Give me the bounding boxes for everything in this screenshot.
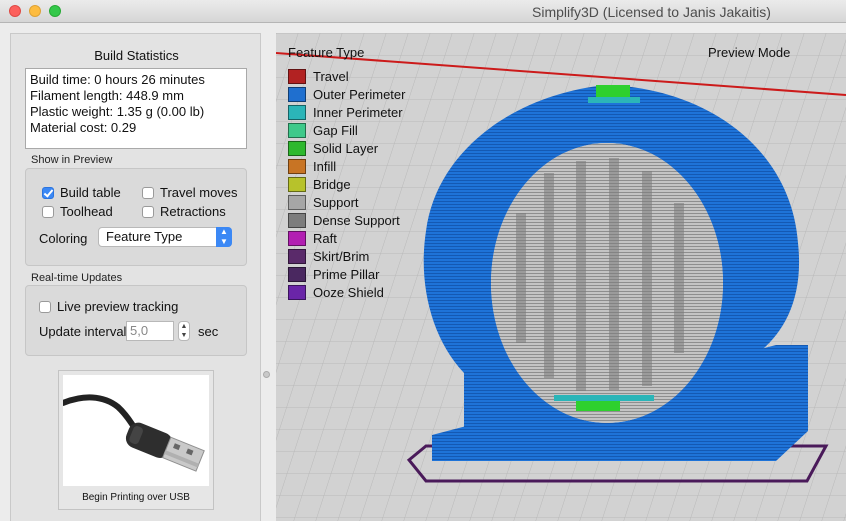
legend-label: Solid Layer: [313, 140, 379, 156]
realtime-updates-group: Live preview tracking Update interval 5,…: [25, 285, 247, 356]
select-arrows-icon: ▲ ▼: [216, 227, 232, 247]
build-statistics-box: Build time: 0 hours 26 minutes Filament …: [25, 68, 247, 149]
printed-model: [423, 85, 808, 461]
minimize-window-button[interactable]: [29, 5, 41, 17]
legend-label: Skirt/Brim: [313, 248, 370, 264]
legend-item: Support: [288, 193, 405, 211]
legend-swatch: [288, 68, 306, 84]
panel-splitter-handle[interactable]: [263, 371, 270, 378]
legend-item: Skirt/Brim: [288, 247, 405, 265]
plastic-weight-text: Plastic weight: 1.35 g (0.00 lb): [30, 104, 205, 119]
legend-swatch: [288, 266, 306, 282]
legend-swatch: [288, 248, 306, 264]
travel-moves-checkbox[interactable]: Travel moves: [142, 185, 238, 200]
legend-item: Outer Perimeter: [288, 85, 405, 103]
legend-item: Inner Perimeter: [288, 103, 405, 121]
usb-cable-image: [63, 375, 209, 486]
legend-label: Outer Perimeter: [313, 86, 406, 102]
realtime-updates-label: Real-time Updates: [31, 272, 123, 284]
legend-swatch: [288, 212, 306, 228]
legend-swatch: [288, 176, 306, 192]
live-preview-tracking-checkbox[interactable]: Live preview tracking: [39, 299, 178, 314]
update-interval-stepper[interactable]: ▲ ▼: [178, 321, 190, 341]
title-bar: Simplify3D (Licensed to Janis Jakaitis): [0, 0, 846, 23]
retractions-label: Retractions: [160, 204, 226, 219]
build-time-text: Build time: 0 hours 26 minutes: [30, 72, 205, 87]
legend-swatch: [288, 194, 306, 210]
legend-swatch: [288, 158, 306, 174]
checkbox-unchecked-icon: [39, 300, 51, 313]
coloring-label: Coloring: [39, 231, 88, 246]
update-interval-input[interactable]: 5,0: [126, 321, 174, 341]
build-table-label: Build table: [60, 185, 121, 200]
coloring-select[interactable]: Feature Type ▲ ▼: [98, 227, 232, 247]
live-preview-tracking-label: Live preview tracking: [57, 299, 179, 314]
legend-title: Feature Type: [288, 45, 364, 60]
legend-label: Support: [313, 194, 359, 210]
checkbox-unchecked-icon: [142, 186, 154, 199]
coloring-select-value: Feature Type: [106, 229, 183, 244]
begin-printing-usb-button[interactable]: Begin Printing over USB: [58, 370, 214, 510]
toolhead-checkbox[interactable]: Toolhead: [42, 204, 113, 219]
legend-label: Bridge: [313, 176, 351, 192]
material-cost-text: Material cost: 0.29: [30, 120, 137, 135]
legend-label: Gap Fill: [313, 122, 358, 138]
legend-swatch: [288, 104, 306, 120]
legend-swatch: [288, 86, 306, 102]
legend-item: Solid Layer: [288, 139, 405, 157]
legend-item: Infill: [288, 157, 405, 175]
legend-swatch: [288, 284, 306, 300]
legend-item: Ooze Shield: [288, 283, 405, 301]
preview-mode-label: Preview Mode: [708, 45, 790, 60]
show-in-preview-group: Build table Travel moves Toolhead Retrac…: [25, 168, 247, 266]
begin-printing-usb-label: Begin Printing over USB: [82, 492, 190, 503]
legend-label: Ooze Shield: [313, 284, 384, 300]
legend-item: Prime Pillar: [288, 265, 405, 283]
show-in-preview-label: Show in Preview: [31, 154, 113, 166]
interval-unit-label: sec: [198, 324, 219, 339]
filament-length-text: Filament length: 448.9 mm: [30, 88, 184, 103]
legend-item: Raft: [288, 229, 405, 247]
travel-moves-label: Travel moves: [160, 185, 238, 200]
close-window-button[interactable]: [9, 5, 21, 17]
legend-item: Dense Support: [288, 211, 405, 229]
legend-swatch: [288, 122, 306, 138]
update-interval-label: Update interval: [39, 324, 127, 339]
toolhead-label: Toolhead: [60, 204, 113, 219]
usb-cable-icon: [63, 394, 205, 472]
legend-item: Gap Fill: [288, 121, 405, 139]
checkbox-checked-icon: [42, 186, 54, 199]
feature-type-legend: Travel Outer Perimeter Inner Perimeter Gap …: [288, 67, 405, 301]
panel-title: Build Statistics: [94, 48, 179, 63]
legend-label: Raft: [313, 230, 337, 246]
legend-item: Bridge: [288, 175, 405, 193]
legend-swatch: [288, 230, 306, 246]
legend-label: Prime Pillar: [313, 266, 380, 282]
build-statistics-panel: Build Statistics Build time: 0 hours 26 …: [10, 33, 261, 521]
build-table-checkbox[interactable]: Build table: [42, 185, 121, 200]
maximize-window-button[interactable]: [49, 5, 61, 17]
window-title: Simplify3D (Licensed to Janis Jakaitis): [532, 4, 771, 20]
legend-label: Infill: [313, 158, 337, 174]
preview-viewport[interactable]: Feature Type Preview Mode Travel Outer Pe…: [276, 33, 846, 521]
legend-swatch: [288, 140, 306, 156]
checkbox-unchecked-icon: [42, 205, 54, 218]
checkbox-unchecked-icon: [142, 205, 154, 218]
legend-item: Travel: [288, 67, 405, 85]
retractions-checkbox[interactable]: Retractions: [142, 204, 226, 219]
legend-label: Dense Support: [313, 212, 400, 228]
legend-label: Inner Perimeter: [313, 104, 403, 120]
legend-label: Travel: [313, 68, 349, 84]
